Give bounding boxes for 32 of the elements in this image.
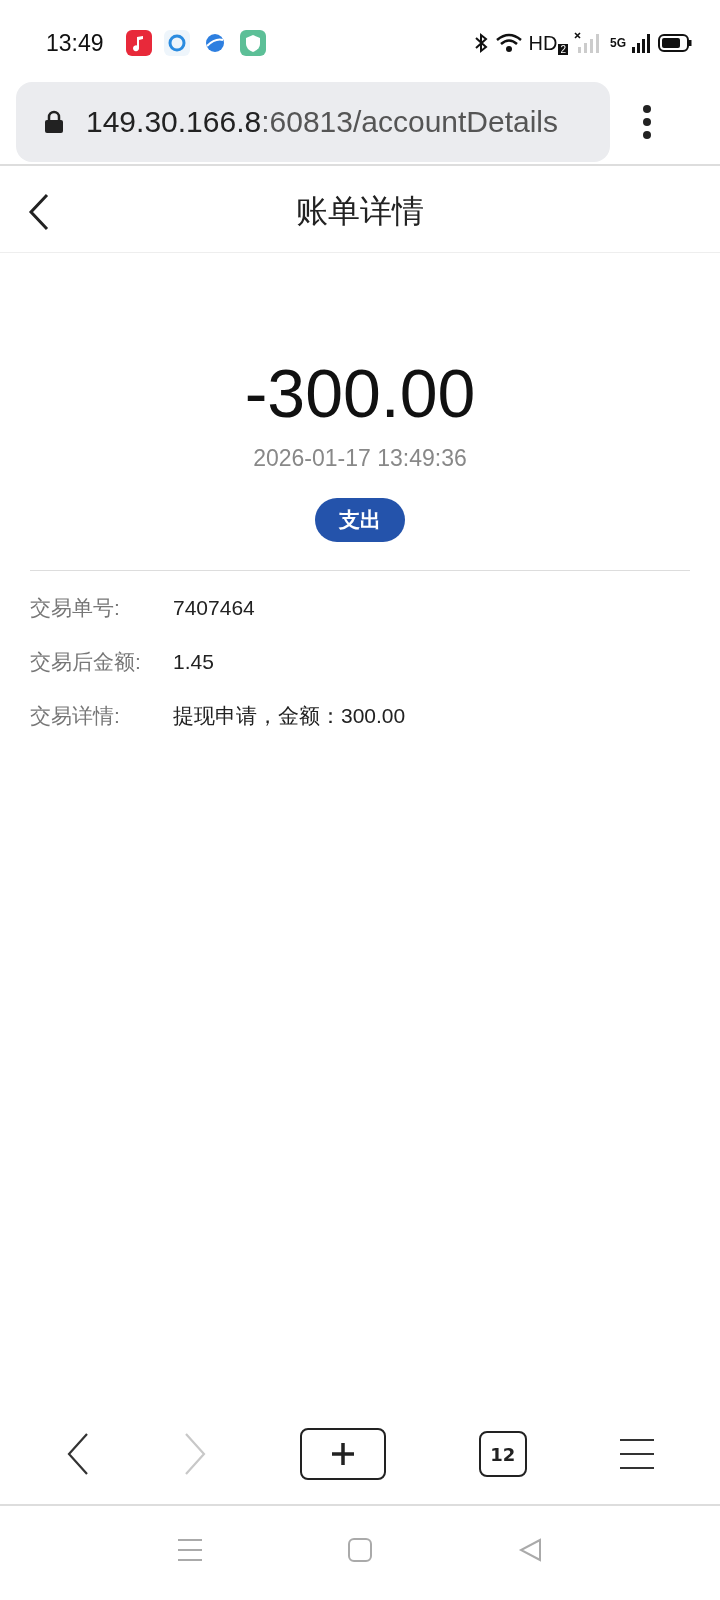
detail-value: 1.45 xyxy=(173,650,214,674)
url-host: 149.30.166.8 xyxy=(86,105,262,139)
url-path: :60813/accountDetails xyxy=(261,105,559,139)
signal-icon xyxy=(632,31,652,55)
music-app-icon xyxy=(125,30,152,56)
cloud-app-icon xyxy=(163,30,190,56)
transaction-amount: -300.00 xyxy=(243,354,477,433)
new-tab-button[interactable] xyxy=(300,1428,386,1480)
detail-label: 交易后金额: xyxy=(30,649,142,675)
detail-label: 交易详情: xyxy=(30,703,121,729)
back-icon[interactable] xyxy=(28,193,50,231)
transaction-type-badge: 支出 xyxy=(315,498,405,542)
plus-icon xyxy=(331,1442,355,1466)
menu-icon[interactable] xyxy=(619,1439,654,1469)
shield-app-icon xyxy=(239,30,266,56)
detail-label: 交易单号: xyxy=(30,595,121,621)
sim-label: 2 xyxy=(558,43,568,55)
battery-icon xyxy=(658,33,692,53)
no-signal-icon xyxy=(574,31,600,55)
address-bar[interactable]: 149.30.166.8:60813/accountDetails xyxy=(16,82,610,162)
lock-icon xyxy=(44,110,64,134)
tab-count-button[interactable]: 12 xyxy=(478,1431,527,1477)
page-title: 账单详情 xyxy=(296,192,424,231)
wifi-icon xyxy=(494,32,523,54)
status-time: 13:49 xyxy=(46,29,104,57)
transaction-datetime: 2026-01-17 13:49:36 xyxy=(252,445,468,472)
network-label: HD xyxy=(528,31,558,55)
back-nav-icon[interactable] xyxy=(66,1432,91,1476)
detail-value: 提现申请，金额：300.00 xyxy=(173,703,406,729)
cellular-label: 5G xyxy=(610,36,626,50)
detail-value: 7407464 xyxy=(173,596,255,620)
more-options-icon[interactable] xyxy=(642,105,652,139)
